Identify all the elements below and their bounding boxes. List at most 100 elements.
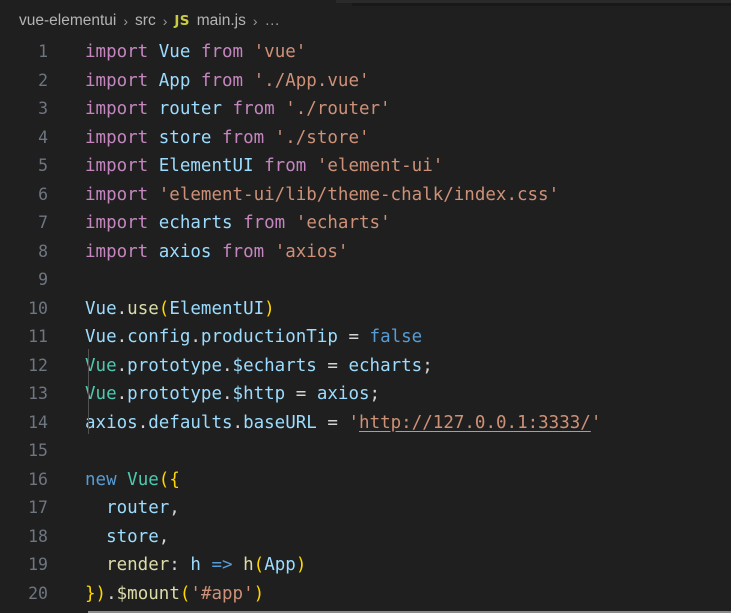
line-content[interactable]: Vue.use(ElementUI) bbox=[85, 295, 275, 324]
code-token: $mount bbox=[116, 583, 180, 604]
line-content[interactable]: import store from './store' bbox=[85, 124, 370, 153]
code-token: axios bbox=[85, 412, 138, 433]
code-line[interactable]: 3 import router from './router' bbox=[0, 95, 731, 124]
line-number: 7 bbox=[38, 213, 48, 232]
code-token: './store' bbox=[274, 127, 370, 148]
code-token: from bbox=[222, 127, 265, 148]
code-line[interactable]: 10 Vue.use(ElementUI) bbox=[0, 295, 731, 324]
line-content[interactable]: render: h => h(App) bbox=[85, 551, 306, 580]
line-content[interactable]: }).$mount('#app') bbox=[85, 580, 264, 609]
breadcrumb-overflow-ellipsis[interactable]: … bbox=[265, 12, 282, 30]
code-token: ; bbox=[369, 384, 381, 404]
chevron-right-icon: › bbox=[252, 13, 258, 29]
code-line[interactable]: 7 import echarts from 'echarts' bbox=[0, 209, 731, 238]
code-token: router bbox=[158, 99, 222, 119]
line-content[interactable]: new Vue({ bbox=[85, 466, 180, 495]
line-content[interactable]: import Vue from 'vue' bbox=[85, 38, 306, 67]
line-content[interactable]: import ElementUI from 'element-ui' bbox=[85, 152, 443, 181]
line-number: 3 bbox=[38, 99, 48, 118]
code-line[interactable]: 9 bbox=[0, 266, 731, 295]
code-token: ) bbox=[295, 555, 307, 575]
line-content[interactable]: import axios from 'axios' bbox=[85, 238, 348, 267]
line-number: 6 bbox=[38, 184, 48, 204]
code-token: render bbox=[106, 555, 170, 575]
code-token: axios bbox=[316, 384, 370, 404]
code-token: Vue bbox=[158, 42, 191, 62]
breadcrumb-item-project[interactable]: vue-elementui bbox=[19, 12, 116, 30]
code-token: = bbox=[327, 412, 338, 433]
code-token: 'vue' bbox=[253, 42, 307, 62]
code-line[interactable]: 2 import App from './App.vue' bbox=[0, 67, 731, 96]
line-number: 18 bbox=[28, 526, 48, 546]
code-line[interactable]: 6 import 'element-ui/lib/theme-chalk/inde… bbox=[0, 181, 731, 210]
line-number: 10 bbox=[28, 298, 48, 318]
code-token: . bbox=[116, 384, 128, 404]
code-token: import bbox=[85, 213, 149, 233]
code-token: h bbox=[243, 555, 254, 575]
line-number: 8 bbox=[38, 241, 48, 261]
code-token: . bbox=[137, 412, 149, 433]
code-token: , bbox=[169, 498, 180, 518]
code-line[interactable]: 17 router, bbox=[0, 494, 731, 523]
code-editor[interactable]: 1 import Vue from 'vue' 2 import App from '… bbox=[0, 36, 731, 613]
code-line[interactable]: 18 store, bbox=[0, 523, 731, 552]
line-content[interactable]: import echarts from 'echarts' bbox=[85, 209, 391, 238]
code-token: from bbox=[200, 42, 244, 62]
code-line[interactable]: 12 Vue.prototype.$echarts = echarts; bbox=[0, 352, 731, 381]
code-token: import bbox=[85, 184, 149, 205]
code-line[interactable]: 1 import Vue from 'vue' bbox=[0, 38, 731, 67]
code-line[interactable]: 15 bbox=[0, 437, 731, 466]
code-token: . bbox=[116, 355, 128, 376]
breadcrumb[interactable]: vue-elementui › src › JS main.js › … bbox=[0, 6, 731, 36]
code-token: 'echarts' bbox=[295, 213, 391, 233]
code-line[interactable]: 13 Vue.prototype.$http = axios; bbox=[0, 380, 731, 409]
code-token: router bbox=[106, 498, 170, 518]
line-number: 14 bbox=[28, 412, 48, 432]
line-number: 5 bbox=[38, 156, 48, 175]
line-content[interactable]: import App from './App.vue' bbox=[85, 67, 370, 96]
breadcrumb-item-folder[interactable]: src bbox=[135, 12, 156, 30]
code-line[interactable]: 16 new Vue({ bbox=[0, 466, 731, 495]
line-content[interactable]: import router from './router' bbox=[85, 95, 391, 124]
line-content[interactable]: Vue.prototype.$http = axios; bbox=[85, 380, 380, 409]
chevron-right-icon: › bbox=[123, 13, 129, 29]
code-line[interactable]: 4 import store from './store' bbox=[0, 124, 731, 153]
code-line[interactable]: 19 render: h => h(App) bbox=[0, 551, 731, 580]
code-line[interactable]: 8 import axios from 'axios' bbox=[0, 238, 731, 267]
line-content[interactable]: axios.defaults.baseURL = 'http://127.0.0… bbox=[85, 409, 601, 438]
line-content[interactable]: store, bbox=[85, 523, 169, 552]
line-number: 15 bbox=[28, 441, 48, 460]
line-content[interactable]: import 'element-ui/lib/theme-chalk/index… bbox=[85, 181, 559, 210]
code-line[interactable]: 5 import ElementUI from 'element-ui' bbox=[0, 152, 731, 181]
line-content[interactable]: Vue.prototype.$echarts = echarts; bbox=[85, 352, 433, 381]
code-line[interactable]: 20}).$mount('#app') bbox=[0, 580, 731, 609]
line-content[interactable]: Vue.config.productionTip = false bbox=[85, 323, 422, 352]
code-line[interactable]: 11 Vue.config.productionTip = false bbox=[0, 323, 731, 352]
code-token: ElementUI bbox=[169, 298, 265, 319]
code-token: prototype bbox=[127, 384, 222, 404]
code-line[interactable]: 14 axios.defaults.baseURL = 'http://127.0… bbox=[0, 409, 731, 438]
code-token: { bbox=[169, 469, 180, 490]
code-token: ' bbox=[590, 412, 602, 433]
breadcrumb-item-file[interactable]: main.js bbox=[197, 12, 246, 30]
code-token: 'element-ui/lib/theme-chalk/index.css' bbox=[158, 184, 560, 205]
line-content[interactable]: router, bbox=[85, 494, 180, 523]
code-token: h bbox=[190, 555, 201, 575]
code-token: . bbox=[190, 327, 201, 347]
line-number: 13 bbox=[28, 384, 48, 403]
code-token: , bbox=[158, 526, 170, 547]
